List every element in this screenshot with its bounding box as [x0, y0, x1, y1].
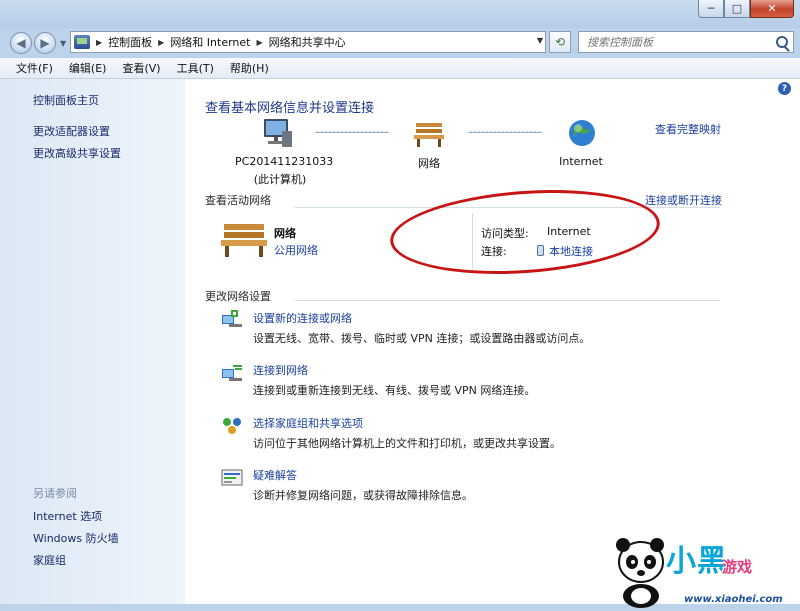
sidebar-link-change-advanced-sharing[interactable]: 更改高级共享设置 [33, 145, 121, 161]
title-bar: ─ □ ✕ [0, 0, 800, 28]
bench-icon [221, 224, 267, 257]
task-troubleshoot-desc: 诊断并修复网络问题，或获得故障排除信息。 [253, 489, 473, 502]
watermark-url: www.xiaohei.com [684, 594, 783, 605]
search-box[interactable] [578, 31, 794, 53]
active-network-name: 网络 [274, 227, 296, 240]
task-setup-connection-desc: 设置无线、宽带、拨号、临时或 VPN 连接；或设置路由器或访问点。 [253, 332, 591, 345]
history-dropdown-icon[interactable]: ▼ [60, 39, 66, 48]
view-full-map-link[interactable]: 查看完整映射 [655, 121, 721, 137]
connect-to-network-icon [222, 365, 242, 381]
task-setup-connection-link[interactable]: 设置新的连接或网络 [253, 310, 352, 326]
sidebar: 控制面板主页 更改适配器设置 更改高级共享设置 另请参阅 Internet 选项… [0, 79, 185, 604]
page-title: 查看基本网络信息并设置连接 [205, 101, 375, 116]
sidebar-link-change-adapter-settings[interactable]: 更改适配器设置 [33, 123, 110, 139]
breadcrumb-separator-icon[interactable]: ▶ [158, 38, 164, 47]
maximize-button[interactable]: □ [724, 0, 750, 18]
help-icon[interactable]: ? [778, 82, 791, 95]
back-button[interactable]: ◀ [10, 32, 32, 54]
sidebar-link-internet-options[interactable]: Internet 选项 [33, 508, 102, 524]
menu-file[interactable]: 文件(F) [8, 60, 61, 76]
breadcrumb-separator-icon[interactable]: ▶ [96, 38, 102, 47]
red-annotation-oval [387, 181, 663, 283]
task-troubleshoot-link[interactable]: 疑难解答 [253, 467, 297, 483]
map-internet-label: Internet [559, 155, 603, 168]
globe-icon [569, 120, 595, 146]
watermark-sub: 游戏 [722, 558, 753, 576]
task-homegroup-link[interactable]: 选择家庭组和共享选项 [253, 415, 363, 431]
refresh-icon: ⟲ [554, 35, 566, 49]
troubleshoot-icon [221, 469, 243, 486]
computer-icon [264, 119, 292, 147]
bench-icon [414, 123, 444, 147]
task-homegroup-desc: 访问位于其他网络计算机上的文件和打印机，或更改共享设置。 [253, 437, 561, 450]
menu-edit[interactable]: 编辑(E) [61, 60, 115, 76]
breadcrumb-network-sharing-center[interactable]: 网络和共享中心 [269, 34, 346, 50]
menu-view[interactable]: 查看(V) [114, 60, 168, 76]
connect-disconnect-link[interactable]: 连接或断开连接 [645, 192, 722, 208]
watermark-text: 小黑 [666, 544, 728, 579]
sidebar-link-homegroup[interactable]: 家庭组 [33, 552, 66, 568]
refresh-button[interactable]: ⟲ [549, 31, 571, 53]
watermark: 小黑 游戏 www.xiaohei.com [604, 522, 800, 611]
breadcrumb-control-panel[interactable]: 控制面板 [108, 34, 152, 50]
section-divider [295, 300, 720, 301]
breadcrumb-network-internet[interactable]: 网络和 Internet [170, 34, 250, 50]
map-connector [315, 131, 389, 133]
map-computer-name: PC201411231033 [235, 155, 334, 168]
window: ─ □ ✕ ◀ ▶ ▼ ▶ 控制面板 ▶ 网络和 Internet ▶ 网络和共… [0, 0, 800, 611]
menu-help[interactable]: 帮助(H) [222, 60, 277, 76]
search-icon[interactable] [776, 36, 788, 48]
address-dropdown-icon[interactable]: ▼ [537, 36, 543, 45]
map-connector [468, 131, 542, 133]
search-input[interactable] [585, 35, 769, 50]
task-connect-network-link[interactable]: 连接到网络 [253, 362, 308, 378]
control-panel-icon [74, 35, 90, 49]
sidebar-link-windows-firewall[interactable]: Windows 防火墙 [33, 530, 119, 546]
window-controls: ─ □ ✕ [698, 0, 794, 20]
close-button[interactable]: ✕ [750, 0, 794, 18]
back-arrow-icon: ◀ [16, 36, 26, 50]
address-bar[interactable]: ▶ 控制面板 ▶ 网络和 Internet ▶ 网络和共享中心 ▼ [70, 31, 546, 53]
active-network-type-link[interactable]: 公用网络 [274, 242, 318, 258]
active-networks-label: 查看活动网络 [205, 194, 271, 207]
forward-button[interactable]: ▶ [34, 32, 56, 54]
sidebar-link-control-panel-home[interactable]: 控制面板主页 [33, 92, 99, 108]
panda-mascot-icon [616, 538, 664, 608]
task-connect-network-desc: 连接到或重新连接到无线、有线、拨号或 VPN 网络连接。 [253, 384, 536, 397]
map-computer-sub: (此计算机) [253, 173, 307, 186]
menu-bar: 文件(F) 编辑(E) 查看(V) 工具(T) 帮助(H) [0, 58, 800, 79]
new-connection-icon [222, 310, 242, 327]
homegroup-icon [223, 418, 241, 434]
see-also-heading: 另请参阅 [33, 487, 77, 500]
menu-tools[interactable]: 工具(T) [169, 60, 222, 76]
minimize-button[interactable]: ─ [698, 0, 724, 18]
map-network-label: 网络 [418, 157, 440, 170]
breadcrumb-separator-icon[interactable]: ▶ [257, 38, 263, 47]
forward-arrow-icon: ▶ [40, 36, 50, 50]
navigation-bar: ◀ ▶ ▼ ▶ 控制面板 ▶ 网络和 Internet ▶ 网络和共享中心 ▼ … [0, 28, 800, 58]
change-settings-label: 更改网络设置 [205, 290, 271, 303]
